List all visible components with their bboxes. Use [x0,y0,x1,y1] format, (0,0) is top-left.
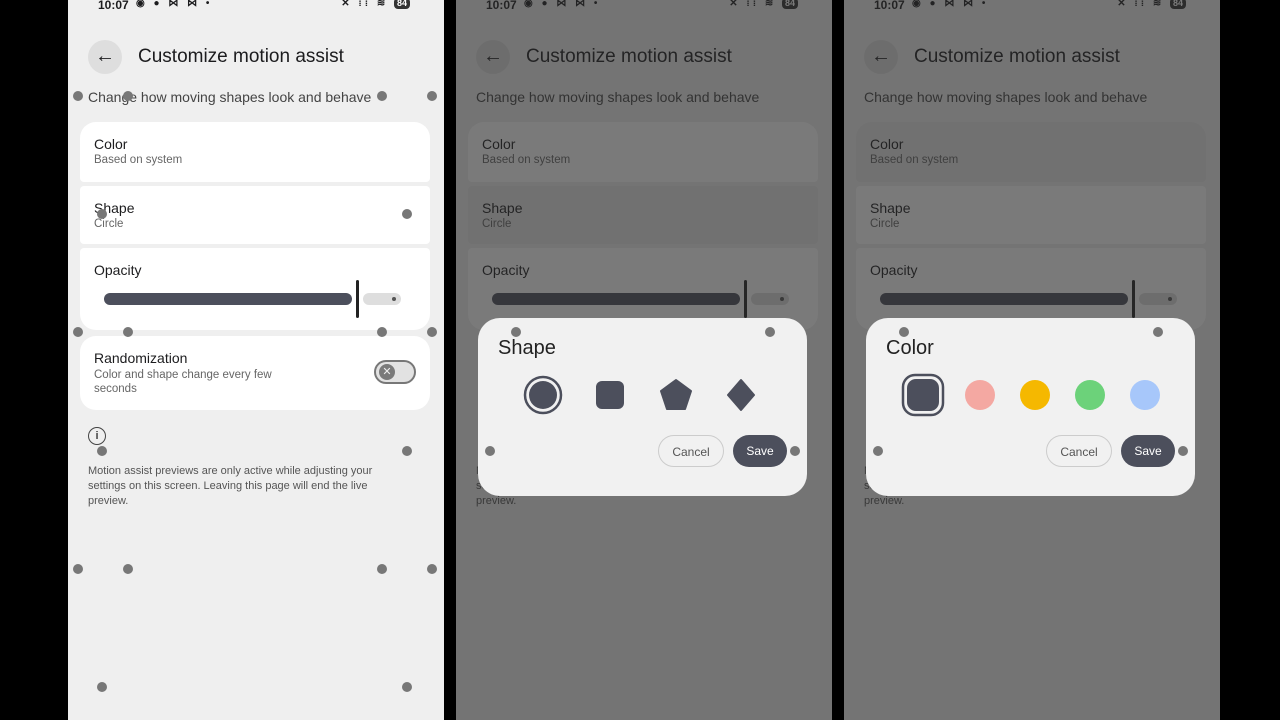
motion-dot [402,682,412,692]
motion-dot [402,446,412,456]
motion-dot [123,564,133,574]
color-value: Based on system [94,154,183,166]
opacity-slider-inactive-track[interactable] [363,293,401,305]
cancel-button[interactable]: Cancel [658,435,724,467]
settings-screen: 10:07 ◉ ● ⋈ ⋈ • ✕ ⁞⁞ ≋ 84 ← Customize mo… [68,0,444,720]
motion-dot [123,327,133,337]
app-bar: ← Customize motion assist [88,40,444,74]
motion-dot [377,327,387,337]
motion-dot [97,446,107,456]
dialog-title: Color [886,337,934,359]
diamond-shape-option[interactable] [721,375,761,415]
shape-dialog-screen: 10:07 ◉ ● ⋈ ⋈ • ✕ ⁞⁞ ≋ 84 ← Customize mo… [456,0,832,720]
circle-shape-option[interactable] [523,375,563,415]
opacity-slider-active-track[interactable] [104,293,352,305]
status-time: 10:07 [98,0,129,12]
toggle-off-icon: ✕ [379,364,395,380]
color-option-blue[interactable] [1125,375,1165,415]
opacity-setting-item: Opacity [80,248,430,330]
color-option-yellow[interactable] [1015,375,1055,415]
opacity-label: Opacity [94,262,142,278]
color-option-pink[interactable] [960,375,1000,415]
motion-dot [123,91,133,101]
color-option-green[interactable] [1070,375,1110,415]
battery-icon: 84 [393,0,410,9]
shape-setting-item[interactable]: Shape Circle [80,186,430,244]
randomization-toggle[interactable]: ✕ [374,360,416,384]
shape-value: Circle [94,218,124,230]
motion-dot [873,446,883,456]
info-text: Motion assist previews are only active w… [88,465,373,507]
status-bar: 10:07 ◉ ● ⋈ ⋈ • ✕ ⁞⁞ ≋ 84 [68,0,444,14]
info-icon: i [88,427,106,445]
color-option-dark-gray[interactable] [901,373,945,417]
cancel-button[interactable]: Cancel [1046,435,1112,467]
pentagon-shape-option[interactable] [656,375,696,415]
randomization-label: Randomization [94,350,188,366]
motion-dot [427,564,437,574]
motion-dot [73,564,83,574]
motion-dot [402,209,412,219]
motion-dot [73,327,83,337]
motion-dot [427,327,437,337]
page-title: Customize motion assist [138,46,344,67]
save-button[interactable]: Save [733,435,787,467]
motion-dot [97,682,107,692]
color-label: Color [94,136,128,152]
motion-dot [377,564,387,574]
color-dialog-screen: 10:07 ◉ ● ⋈ ⋈ • ✕ ⁞⁞ ≋ 84 ← Customize mo… [844,0,1220,720]
motion-dot [427,91,437,101]
motion-dot [485,446,495,456]
save-button[interactable]: Save [1121,435,1175,467]
randomization-description: Color and shape change every few seconds [94,369,272,395]
motion-dot [790,446,800,456]
back-arrow-icon[interactable]: ← [88,40,122,74]
motion-dot [73,91,83,101]
opacity-slider-thumb[interactable] [356,280,359,318]
color-dialog: Color Cancel Save [866,318,1195,496]
motion-dot [511,327,521,337]
motion-dot [765,327,775,337]
motion-dot [97,209,107,219]
shape-dialog: Shape Cancel Save [478,318,807,496]
motion-dot [899,327,909,337]
square-shape-option[interactable] [590,375,630,415]
dialog-title: Shape [498,337,556,359]
notification-icons: ◉ ● ⋈ ⋈ • [136,0,213,9]
color-setting-item[interactable]: Color Based on system [80,122,430,182]
motion-dot [1178,446,1188,456]
system-icons: ✕ ⁞⁞ ≋ 84 [341,0,410,9]
randomization-setting-item[interactable]: Randomization Color and shape change eve… [80,336,430,410]
motion-dot [377,91,387,101]
motion-dot [1153,327,1163,337]
